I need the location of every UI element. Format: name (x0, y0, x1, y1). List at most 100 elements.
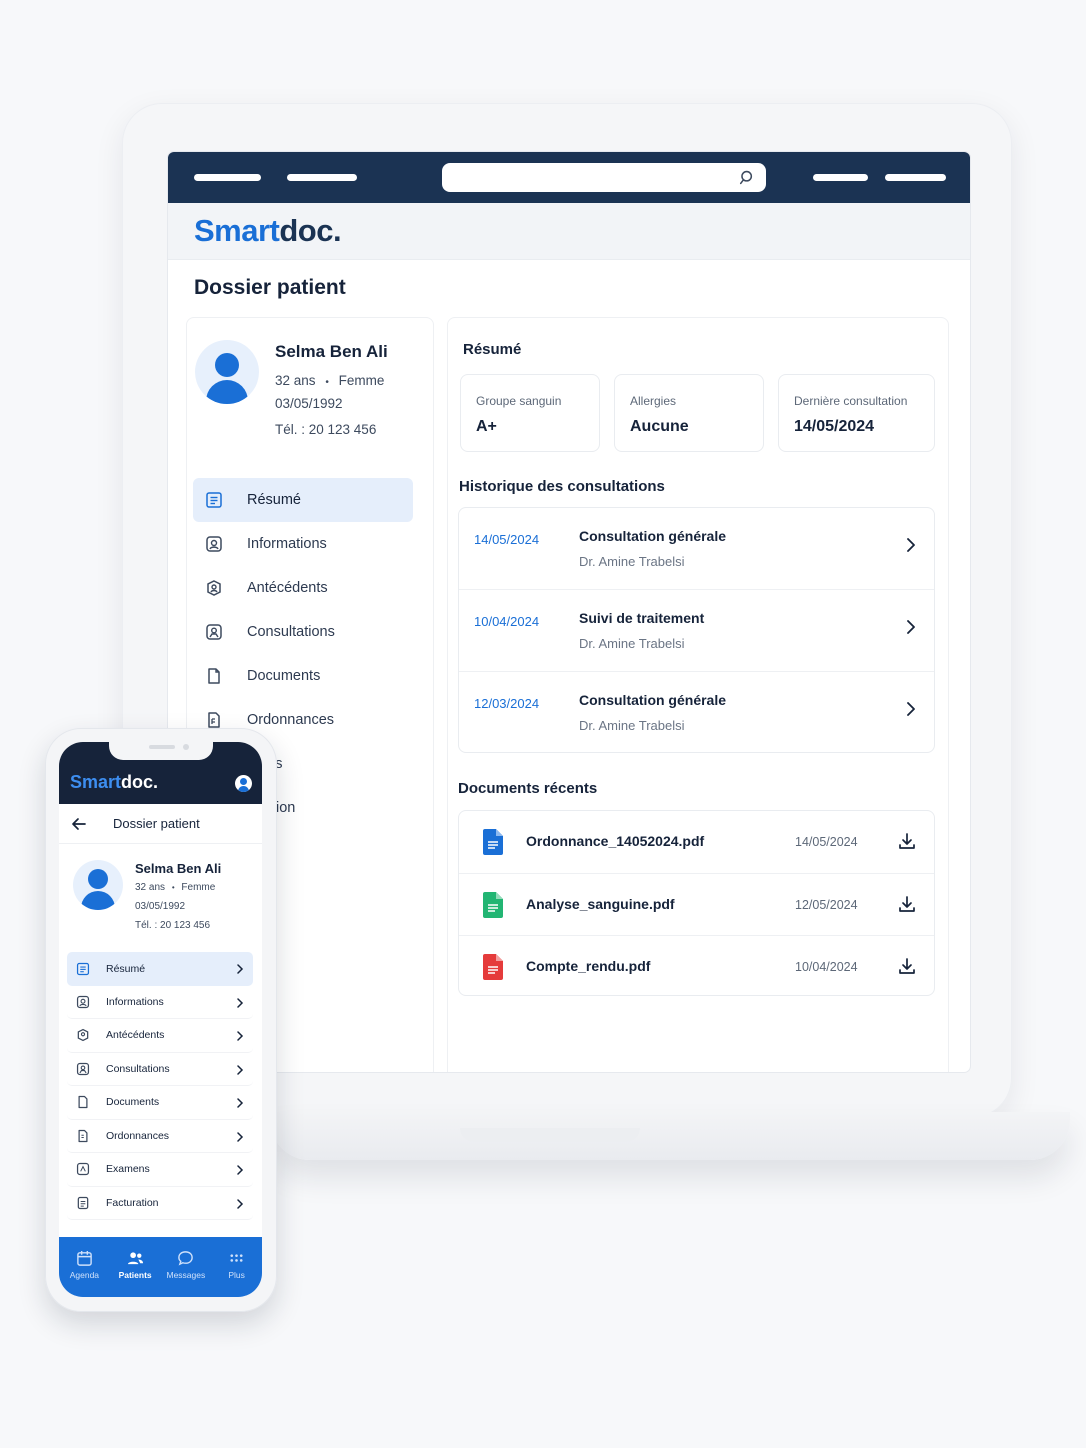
consultation-row[interactable]: 14/05/2024 Consultation générale Dr. Ami… (459, 508, 934, 590)
nav-item-documents[interactable]: Documents (67, 1086, 253, 1120)
nav-label: Antécédents (247, 580, 328, 596)
bullet-separator: • (171, 883, 175, 892)
arrow-left-icon[interactable] (71, 816, 87, 832)
patient-age: 32 ans (135, 882, 166, 893)
nav-item-resume[interactable]: Résumé (193, 478, 413, 522)
summary-title: Résumé (463, 341, 522, 358)
chevron-right-icon[interactable] (904, 702, 918, 716)
document-row[interactable]: Ordonnance_14052024.pdf 14/05/2024 (459, 811, 934, 873)
patient-sex: Femme (181, 882, 216, 893)
chevron-right-icon (237, 997, 244, 1008)
recent-documents-list: Ordonnance_14052024.pdf 14/05/2024 Analy… (458, 810, 935, 996)
logo-part-2: doc. (279, 213, 342, 248)
tab-messages[interactable]: Messages (163, 1250, 209, 1297)
nav-item-resume[interactable]: Résumé (67, 952, 253, 986)
grid-icon (230, 1254, 243, 1262)
patient-age-sex: 32 ans • Femme (135, 882, 215, 893)
id-card-icon (76, 995, 90, 1008)
document-icon (78, 1096, 88, 1109)
history-icon (77, 1029, 89, 1042)
document-row[interactable]: Compte_rendu.pdf 10/04/2024 (459, 935, 934, 997)
nav-label: Consultations (106, 1062, 170, 1075)
chevron-right-icon[interactable] (904, 538, 918, 552)
document-date: 12/05/2024 (795, 898, 858, 912)
consultation-title: Consultation générale (579, 528, 727, 544)
nav-label: Ordonnances (247, 712, 335, 728)
nav-item-documents[interactable]: Documents (193, 654, 413, 698)
summary-icon (206, 492, 222, 508)
nav-item-antecedents[interactable]: Antécédents (67, 1019, 253, 1053)
nav-placeholder-4[interactable] (885, 174, 946, 181)
logo[interactable]: Smartdoc. (194, 213, 342, 249)
exam-icon (76, 1163, 90, 1176)
pdf-file-icon (483, 829, 503, 855)
patient-phone: Tél. : 20 123 456 (275, 422, 377, 437)
search-input[interactable] (442, 163, 766, 192)
document-name: Ordonnance_14052024.pdf (526, 833, 705, 849)
nav-label: Antécédents (106, 1029, 165, 1042)
consultation-row[interactable]: 12/03/2024 Consultation générale Dr. Ami… (459, 671, 934, 753)
nav-item-ordonnances[interactable]: Ordonnances (67, 1120, 253, 1153)
patient-age-sex: 32 ans • Femme (275, 373, 384, 388)
nav-item-antecedents[interactable]: Antécédents (193, 566, 413, 610)
phone-notch (109, 742, 213, 760)
patient-sex: Femme (338, 373, 385, 388)
phone-frame: Smartdoc. Dossier patient Selma Ben Ali … (45, 728, 277, 1312)
phone-screen: Smartdoc. Dossier patient Selma Ben Ali … (59, 742, 262, 1297)
phone-logo[interactable]: Smartdoc. (70, 772, 158, 793)
chevron-right-icon[interactable] (904, 620, 918, 634)
stat-label: Groupe sanguin (476, 394, 562, 408)
download-icon[interactable] (897, 956, 917, 976)
user-avatar-icon[interactable] (235, 775, 252, 792)
document-name: Analyse_sanguine.pdf (526, 896, 675, 912)
stat-label: Dernière consultation (794, 394, 908, 408)
phone-page-title: Dossier patient (113, 816, 200, 831)
download-icon[interactable] (897, 831, 917, 851)
doctor-icon (206, 624, 222, 640)
tab-plus[interactable]: Plus (214, 1250, 260, 1297)
calendar-icon (77, 1250, 92, 1266)
document-date: 14/05/2024 (795, 835, 858, 849)
nav-label: Documents (247, 668, 321, 684)
nav-item-informations[interactable]: Informations (193, 522, 413, 566)
patient-age: 32 ans (275, 373, 316, 388)
tab-patients[interactable]: Patients (112, 1250, 158, 1297)
chevron-right-icon (237, 1198, 244, 1209)
nav-label: Ordonnances (106, 1129, 170, 1142)
nav-item-informations[interactable]: Informations (67, 986, 253, 1019)
download-icon[interactable] (897, 894, 917, 914)
nav-item-examens[interactable]: Examens (67, 1153, 253, 1187)
nav-placeholder-1[interactable] (194, 174, 261, 181)
bullet-separator: • (325, 377, 329, 388)
tab-label: Agenda (69, 1270, 100, 1280)
laptop-notch (460, 1128, 640, 1142)
logo-part-2: doc. (121, 772, 159, 792)
consultation-row[interactable]: 10/04/2024 Suivi de traitement Dr. Amine… (459, 589, 934, 671)
nav-item-facturation[interactable]: Facturation (67, 1187, 253, 1220)
document-row[interactable]: Analyse_sanguine.pdf 12/05/2024 (459, 873, 934, 935)
stat-allergies: Allergies Aucune (614, 374, 764, 452)
document-date: 10/04/2024 (795, 960, 858, 974)
nav-label: Informations (247, 536, 327, 552)
page-title: Dossier patient (194, 276, 346, 299)
phone-patient-nav: Résumé Informations Antécédents Consulta… (67, 952, 253, 1220)
doctor-icon (76, 1062, 90, 1075)
stat-last-consultation: Dernière consultation 14/05/2024 (778, 374, 935, 452)
nav-item-consultations[interactable]: Consultations (193, 610, 413, 654)
chat-icon (178, 1251, 194, 1266)
tab-agenda[interactable]: Agenda (61, 1250, 107, 1297)
chevron-right-icon (237, 1031, 244, 1041)
report-file-icon (483, 954, 503, 980)
patient-birthdate: 03/05/1992 (275, 396, 343, 411)
nav-placeholder-2[interactable] (287, 174, 357, 181)
consultation-date: 12/03/2024 (474, 696, 540, 711)
chevron-right-icon (237, 1165, 244, 1175)
consultation-history-list: 14/05/2024 Consultation générale Dr. Ami… (458, 507, 935, 753)
patient-avatar (195, 340, 259, 404)
search-icon[interactable] (739, 169, 756, 186)
logo-part-1: Smart (194, 213, 280, 248)
nav-placeholder-3[interactable] (813, 174, 868, 181)
nav-label: Résumé (247, 492, 301, 508)
nav-item-consultations[interactable]: Consultations (67, 1053, 253, 1086)
spreadsheet-file-icon (483, 892, 503, 918)
